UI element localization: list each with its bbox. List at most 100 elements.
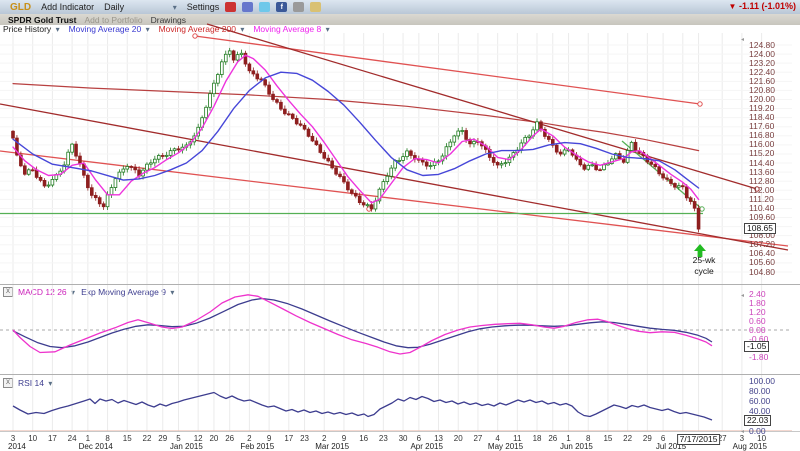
candle-body [121, 168, 126, 173]
settings-button[interactable]: Settings [187, 2, 220, 12]
notes-icon[interactable] [310, 2, 322, 12]
candle-body [223, 53, 228, 63]
candle-body [26, 169, 31, 175]
candle-body [164, 154, 169, 157]
candle-body [46, 184, 51, 187]
candle-body [444, 146, 449, 157]
axis-collapse-icon[interactable]: ◂ [741, 428, 744, 435]
axis-collapse-icon[interactable]: ◂ [741, 292, 744, 299]
candle-body [503, 162, 508, 165]
candle-body [90, 187, 94, 196]
candle-body [365, 204, 370, 207]
candle-body [23, 165, 27, 175]
time-axis-tick: 26 [548, 434, 558, 443]
candle-body [310, 135, 315, 142]
time-axis-month: Jun 2015 [559, 442, 593, 451]
candle-body [594, 164, 598, 171]
candle-body [42, 179, 47, 187]
candle-body [527, 135, 531, 138]
price-change: ▼ -1.11 (-1.01%) [729, 1, 796, 11]
candle-body [133, 166, 137, 171]
period-dropdown[interactable]: Daily ▾ [104, 2, 177, 12]
candle-body [290, 113, 295, 119]
macd-line [12, 294, 713, 355]
tab-spdr-gold-trust[interactable]: SPDR Gold Trust [8, 15, 76, 25]
candle-body [105, 194, 110, 208]
time-axis-tick: 24 [67, 434, 77, 443]
candle-body [598, 169, 602, 172]
time-axis-tick: 30 [398, 434, 408, 443]
candle-body [156, 155, 161, 160]
candle-body [586, 164, 591, 170]
time-axis-tick: 22 [142, 434, 152, 443]
rsi-chart-canvas[interactable] [0, 375, 800, 432]
symbol-label: GLD [10, 1, 32, 13]
alerts-icon[interactable] [225, 2, 237, 12]
candle-body [448, 141, 453, 148]
cycle-annotation-line1: 25-wk [692, 255, 716, 265]
time-axis-tick: 15 [603, 434, 613, 443]
candle-body [361, 202, 366, 206]
candle-body [318, 144, 323, 153]
candle-body [523, 136, 527, 144]
twitter-icon[interactable] [259, 2, 271, 12]
candle-body [208, 93, 212, 108]
axis-label: 60.00 [749, 395, 771, 406]
axis-label: 80.00 [749, 385, 771, 396]
drawings-link[interactable]: Drawings [151, 15, 186, 25]
candle-body [677, 185, 681, 188]
time-axis-month: Mar 2015 [315, 442, 350, 451]
candle-body [456, 130, 461, 137]
camera-icon[interactable] [293, 2, 305, 12]
candle-body [314, 140, 319, 146]
candle-body [153, 158, 157, 164]
candle-body [539, 121, 543, 130]
candle-body [176, 148, 181, 151]
candle-body [657, 166, 661, 175]
candle-body [673, 183, 677, 188]
candle-body [109, 187, 114, 196]
trendline[interactable] [206, 23, 758, 190]
add-indicator-button[interactable]: Add Indicator [41, 2, 94, 12]
candle-body [263, 79, 267, 86]
candle-body [34, 169, 39, 178]
time-axis-tick: 18 [532, 434, 542, 443]
price-chart-canvas[interactable] [0, 23, 800, 284]
trendline-handle[interactable] [192, 33, 198, 39]
candle-body [409, 150, 413, 156]
candle-body [405, 150, 409, 158]
candle-body [129, 166, 134, 168]
facebook-icon[interactable]: f [276, 2, 288, 12]
candle-body [562, 149, 567, 155]
candle-body [74, 143, 78, 157]
axis-collapse-icon[interactable]: ◂ [741, 36, 744, 43]
time-axis-tick: 16 [359, 434, 369, 443]
time-axis-tick: 29 [158, 434, 168, 443]
candle-body [661, 173, 665, 179]
trendline-handle[interactable] [699, 206, 705, 212]
candle-body [350, 189, 354, 194]
time-axis-tick: 10 [28, 434, 38, 443]
candle-body [11, 130, 15, 139]
chevron-down-icon: ▾ [172, 3, 177, 12]
macd-chart-canvas[interactable] [0, 285, 800, 374]
candle-body [220, 61, 224, 75]
trendline-handle[interactable] [697, 101, 703, 107]
time-axis-month: 2014 [8, 442, 26, 451]
candle-body [401, 156, 405, 161]
time-axis-tick: 29 [642, 434, 652, 443]
add-to-portfolio-link[interactable]: Add to Portfolio [84, 15, 142, 25]
candle-body [602, 164, 606, 171]
time-axis-tick: 27 [473, 434, 483, 443]
time-axis-month: Apr 2015 [410, 442, 443, 451]
chart-share-icon[interactable] [242, 2, 254, 12]
axis-label: 0.00 [749, 425, 766, 436]
candle-body [93, 195, 98, 199]
candle-body [346, 181, 350, 191]
candle-body [101, 203, 106, 208]
candle-body [357, 195, 362, 204]
candle-body [97, 197, 102, 205]
candle-body [428, 165, 433, 167]
candle-body [535, 121, 539, 131]
candle-body [495, 162, 500, 166]
